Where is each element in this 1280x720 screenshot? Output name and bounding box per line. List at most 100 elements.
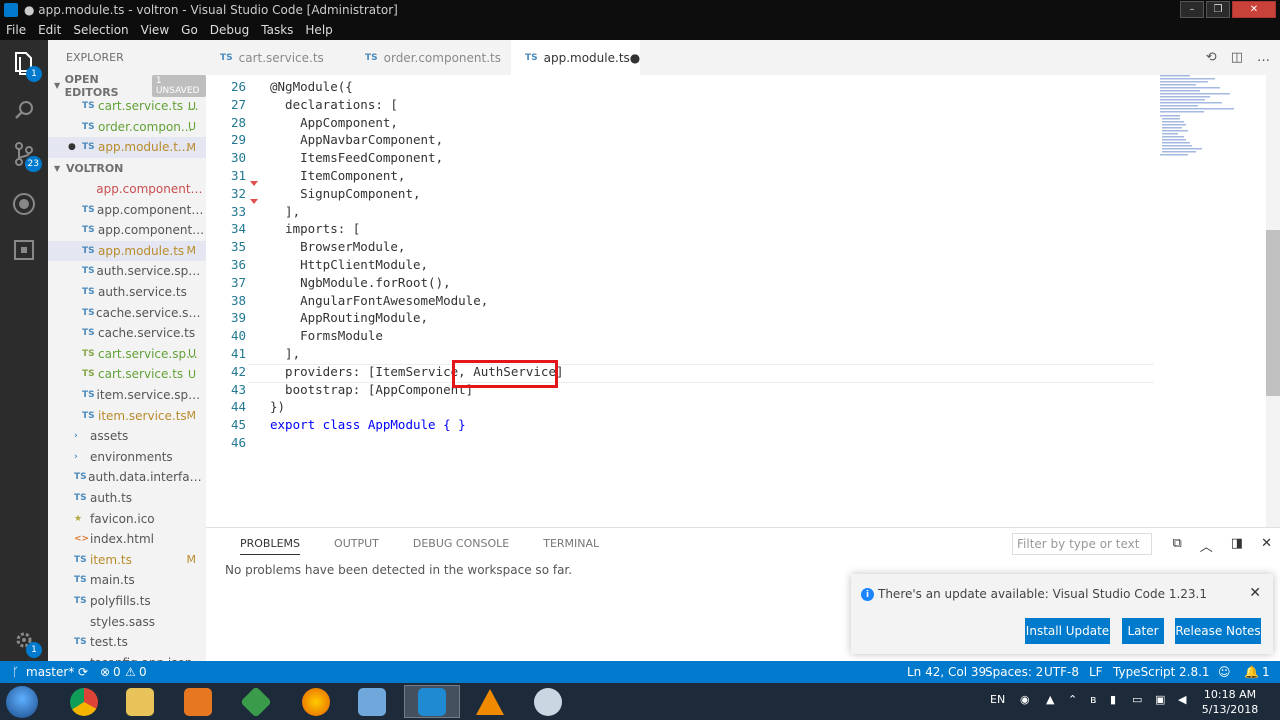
file-tree-item[interactable]: TS test.ts [48, 632, 206, 653]
tab-debug-console[interactable]: DEBUG CONSOLE [413, 537, 509, 555]
file-tree-item[interactable]: › environments [48, 447, 206, 468]
power-icon[interactable]: ▭ [1132, 693, 1142, 706]
tab-terminal[interactable]: TERMINAL [543, 537, 599, 555]
language-indicator[interactable]: EN [990, 693, 1005, 706]
file-tree-item[interactable]: TS auth.service.ts [48, 282, 206, 303]
file-explorer-icon[interactable] [112, 685, 168, 718]
file-tree-item[interactable]: TS item.service.ts M [48, 405, 206, 426]
indentation[interactable]: Spaces: 2 [985, 665, 1043, 679]
search-icon[interactable] [10, 96, 38, 124]
close-panel-icon[interactable]: ✕ [1261, 536, 1272, 555]
unsaved-dot-icon[interactable]: ● [630, 51, 640, 65]
code-line[interactable]: 41 ], [206, 345, 1280, 363]
network-signal-icon[interactable]: ▮ [1110, 693, 1116, 706]
vscode-taskbar-icon[interactable] [404, 685, 460, 718]
error-count[interactable]: 0 [113, 665, 121, 679]
chevron-up-icon[interactable]: ︿ [1200, 536, 1213, 555]
sync-icon[interactable]: ⟳ [78, 665, 88, 679]
menu-file[interactable]: File [0, 23, 32, 37]
split-editor-icon[interactable]: ◫ [1231, 50, 1243, 65]
source-control-icon[interactable]: 23 [10, 140, 42, 172]
code-line[interactable]: 42 providers: [ItemService, AuthService] [206, 363, 1280, 381]
file-tree-item[interactable]: <> index.html [48, 529, 206, 550]
code-line[interactable]: 37 NgbModule.forRoot(), [206, 274, 1280, 292]
show-hidden-icon[interactable]: ⌃ [1068, 693, 1077, 706]
encoding[interactable]: UTF-8 [1044, 665, 1079, 679]
file-tree-item[interactable]: TSauth.data.interfaces... [48, 467, 206, 488]
code-line[interactable]: 38 AngularFontAwesomeModule, [206, 292, 1280, 310]
code-line[interactable]: 32 SignupComponent, [206, 185, 1280, 203]
file-tree-item[interactable]: TS cache.service.ts [48, 323, 206, 344]
voltron-folder-header[interactable]: ▼ VOLTRON [48, 158, 206, 179]
open-editors-header[interactable]: ▼ OPEN EDITORS 1 UNSAVED [48, 73, 206, 99]
code-line[interactable]: 27 declarations: [ [206, 96, 1280, 114]
paint-icon[interactable] [520, 685, 576, 718]
menu-tasks[interactable]: Tasks [255, 23, 299, 37]
tab-cart-service[interactable]: TS cart.service.ts [206, 40, 351, 75]
code-line[interactable]: 45 export class AppModule { } [206, 416, 1280, 434]
file-tree-item[interactable]: TS cart.service.sp... U [48, 344, 206, 365]
code-line[interactable]: 30 ItemsFeedComponent, [206, 149, 1280, 167]
file-tree-item[interactable]: app.component.sa... [48, 179, 206, 200]
language-mode[interactable]: TypeScript [1113, 665, 1175, 679]
menu-help[interactable]: Help [299, 23, 338, 37]
file-tree-item[interactable]: TS auth.ts [48, 488, 206, 509]
code-line[interactable]: 39 AppRoutingModule, [206, 309, 1280, 327]
media-player-icon[interactable] [170, 685, 226, 718]
close-window-button[interactable]: ✕ [1232, 1, 1276, 18]
maximize-button[interactable]: ❐ [1206, 1, 1230, 18]
tray-warning-icon[interactable]: ▲ [1046, 693, 1054, 706]
menu-selection[interactable]: Selection [67, 23, 134, 37]
git-client-icon[interactable] [228, 685, 284, 718]
scrollbar-thumb[interactable] [1266, 230, 1280, 396]
code-line[interactable]: 35 BrowserModule, [206, 238, 1280, 256]
debug-icon[interactable] [10, 190, 38, 218]
tab-problems[interactable]: PROBLEMS [240, 537, 301, 555]
minimize-button[interactable]: – [1180, 1, 1204, 18]
open-editor-app-module[interactable]: ● TS app.module.t... M [48, 137, 206, 158]
tab-app-module[interactable]: TS app.module.ts ● [511, 40, 641, 75]
tab-order-component[interactable]: TS order.component.ts [351, 40, 511, 75]
open-editor-order-component[interactable]: TS order.compon... U [48, 117, 206, 138]
volume-icon[interactable]: ◀ [1178, 693, 1186, 706]
control-panel-icon[interactable] [344, 685, 400, 718]
code-line[interactable]: 44}) [206, 398, 1280, 416]
ts-version[interactable]: 2.8.1 [1179, 665, 1210, 679]
tray-app-icon[interactable]: ◉ [1020, 693, 1030, 706]
menu-view[interactable]: View [135, 23, 175, 37]
notification-bell-icon[interactable]: 🔔 [1244, 665, 1259, 679]
start-button[interactable] [6, 686, 38, 718]
close-notification-icon[interactable]: ✕ [1249, 585, 1261, 601]
file-tree-item[interactable]: TScache.service.spec... [48, 302, 206, 323]
file-tree-item[interactable]: TS auth.service.spec.ts [48, 261, 206, 282]
menu-debug[interactable]: Debug [204, 23, 255, 37]
system-clock[interactable]: 10:18 AM 5/13/2018 [1200, 687, 1260, 717]
code-line[interactable]: 40 FormsModule [206, 327, 1280, 345]
menu-edit[interactable]: Edit [32, 23, 67, 37]
display-icon[interactable]: ▣ [1155, 693, 1165, 706]
later-button[interactable]: Later [1122, 618, 1164, 644]
settings-gear-icon[interactable]: 1 [10, 626, 42, 658]
bluetooth-icon[interactable]: ʙ [1090, 693, 1096, 706]
file-tree-item[interactable]: styles.sass [48, 611, 206, 632]
code-line[interactable]: 26 @NgModule({ [206, 78, 1280, 96]
line-ending[interactable]: LF [1089, 665, 1103, 679]
collapse-all-icon[interactable]: ⧉ [1172, 536, 1181, 555]
file-tree-item[interactable]: ★ favicon.ico [48, 508, 206, 529]
open-changes-icon[interactable]: ⟲ [1206, 50, 1217, 65]
git-branch[interactable]: master* [26, 665, 74, 679]
vlc-icon[interactable] [462, 685, 518, 718]
code-line[interactable]: 43 bootstrap: [AppComponent] [206, 381, 1280, 399]
menu-go[interactable]: Go [175, 23, 204, 37]
problems-filter-input[interactable]: Filter by type or text [1012, 533, 1152, 555]
firefox-icon[interactable] [288, 685, 344, 718]
code-line[interactable]: 28 AppComponent, [206, 114, 1280, 132]
code-line[interactable]: 36 HttpClientModule, [206, 256, 1280, 274]
file-tree-item[interactable]: TS app.component.s... [48, 199, 206, 220]
open-editor-cart-service[interactable]: TS cart.service.ts ... U [48, 96, 206, 117]
chrome-icon[interactable] [56, 685, 112, 718]
explorer-icon[interactable]: 1 [10, 50, 42, 82]
release-notes-button[interactable]: Release Notes [1175, 618, 1261, 644]
feedback-smiley-icon[interactable]: ☺ [1218, 665, 1231, 679]
maximize-panel-icon[interactable]: ◨ [1231, 536, 1243, 555]
